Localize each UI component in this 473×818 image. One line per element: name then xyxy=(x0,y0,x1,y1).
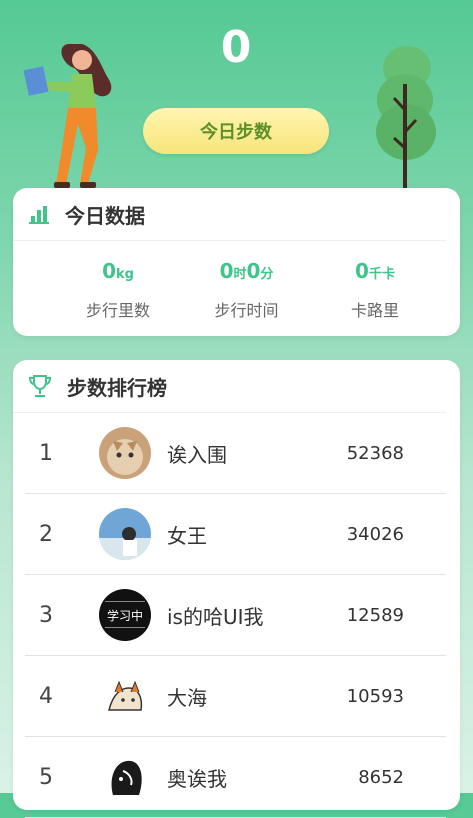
ranking-row[interactable]: 5 奥诶我 8652 xyxy=(25,737,446,818)
ranking-header: 步数排行榜 xyxy=(13,360,446,413)
calorie-number: 0 xyxy=(355,259,369,283)
rank-number: 3 xyxy=(39,602,53,628)
avatar-text: 学习中 xyxy=(107,608,143,623)
trophy-icon xyxy=(28,375,52,397)
distance-number: 0 xyxy=(102,259,116,283)
ranking-list: 1 诶入围 52368 2 女王 34026 3 学习中 is的哈UI我 125… xyxy=(13,413,460,818)
woman-reading-illustration xyxy=(23,44,112,188)
rank-steps: 10593 xyxy=(346,685,404,707)
rank-name: 大海 xyxy=(167,685,207,710)
calorie-stat: 0 千卡 卡路里 xyxy=(320,259,430,321)
rank-number: 2 xyxy=(39,521,53,547)
distance-value: 0 kg xyxy=(63,259,173,287)
rank-number: 4 xyxy=(39,683,53,709)
rank-number: 1 xyxy=(39,440,53,466)
ranking-row[interactable]: 1 诶入围 52368 xyxy=(25,413,446,494)
time-label: 步行时间 xyxy=(214,301,279,320)
ranking-row[interactable]: 2 女王 34026 xyxy=(25,494,446,575)
distance-stat: 0 kg 步行里数 xyxy=(63,259,173,321)
ranking-title: 步数排行榜 xyxy=(67,375,167,400)
rank-name: 女王 xyxy=(167,523,207,548)
time-minutes-unit: 分 xyxy=(260,267,274,282)
stats-row: 0 kg 步行里数 0 时 0 分 步行时间 0 千卡 卡路里 xyxy=(13,241,460,321)
study-text-avatar[interactable]: 学习中 xyxy=(99,589,151,641)
calorie-label: 卡路里 xyxy=(350,301,399,320)
time-stat: 0 时 0 分 步行时间 xyxy=(192,259,302,321)
header: 0 今日步数 xyxy=(0,0,473,190)
ranking-row[interactable]: 4 大海 10593 xyxy=(25,656,446,737)
rank-name: 奥诶我 xyxy=(167,766,227,791)
time-hours: 0 xyxy=(219,259,234,283)
distance-unit: kg xyxy=(115,267,134,282)
rank-number: 5 xyxy=(39,764,53,790)
cat-avatar[interactable] xyxy=(99,427,151,479)
today-steps-button[interactable]: 今日步数 xyxy=(143,108,329,154)
bar-chart-icon xyxy=(29,206,49,224)
calorie-value: 0 千卡 xyxy=(320,259,430,287)
today-data-header: 今日数据 xyxy=(13,188,446,241)
rank-steps: 12589 xyxy=(346,604,404,626)
today-data-title: 今日数据 xyxy=(65,203,145,228)
rank-steps: 34026 xyxy=(346,523,404,545)
ink-portrait-avatar[interactable] xyxy=(99,751,151,803)
sketch-cat-avatar[interactable] xyxy=(99,670,151,722)
rank-steps: 8652 xyxy=(358,766,404,788)
rank-steps: 52368 xyxy=(346,442,404,464)
distance-label: 步行里数 xyxy=(85,301,150,320)
tree-illustration xyxy=(376,46,436,190)
time-minutes: 0 xyxy=(246,259,261,283)
rank-name: is的哈UI我 xyxy=(167,604,264,629)
rank-name: 诶入围 xyxy=(167,442,227,467)
ranking-row[interactable]: 3 学习中 is的哈UI我 12589 xyxy=(25,575,446,656)
calorie-unit: 千卡 xyxy=(368,267,395,282)
ranking-card: 步数排行榜 1 诶入围 52368 2 女王 34026 3 学习中 is的哈U… xyxy=(13,360,460,818)
today-data-card: 今日数据 0 kg 步行里数 0 时 0 分 步行时间 0 千卡 卡路里 xyxy=(13,188,460,336)
person-beach-avatar[interactable] xyxy=(99,508,151,560)
time-value: 0 时 0 分 xyxy=(192,259,302,287)
time-hours-unit: 时 xyxy=(233,267,247,282)
